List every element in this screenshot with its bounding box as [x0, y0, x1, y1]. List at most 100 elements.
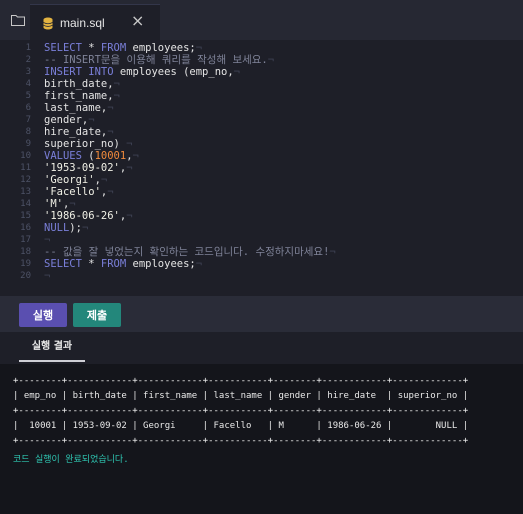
whitespace-marker: ¬ [113, 78, 120, 90]
line-number: 19 [20, 259, 31, 269]
code-line[interactable]: gender,¬ [44, 114, 517, 126]
whitespace-marker: ¬ [132, 150, 139, 162]
code-token: * [81, 258, 101, 270]
code-editor[interactable]: 1 2 3 4 5 6 7 8 9 10 11 12 13 14 15 16 17 18 19 20 SELECT *… [0, 40, 523, 292]
code-line[interactable]: INSERT INTO employees (emp_no,¬ [44, 66, 517, 78]
code-token: '1953-09-02' [44, 162, 120, 174]
code-line[interactable]: first_name,¬ [44, 90, 517, 102]
whitespace-marker: ¬ [126, 162, 133, 174]
code-token: employees; [126, 42, 196, 54]
whitespace-marker: ¬ [195, 42, 203, 54]
whitespace-marker: ¬ [267, 54, 275, 66]
code-token: SELECT [44, 258, 82, 270]
whitespace-marker: ¬ [88, 114, 95, 126]
line-number: 8 [25, 127, 31, 137]
code-line[interactable]: hire_date,¬ [44, 126, 517, 138]
line-number: 13 [20, 187, 31, 197]
whitespace-marker: ¬ [107, 126, 114, 138]
code-token: ( [81, 150, 95, 162]
code-line[interactable]: 'Facello',¬ [44, 186, 517, 198]
line-number: 3 [25, 67, 31, 77]
code-token: employees; [126, 258, 196, 270]
code-token: birth_date, [44, 78, 114, 90]
table-row: | 10001 | 1953-09-02 | Georgi | Facello … [13, 421, 469, 431]
code-token: FROM [100, 258, 127, 270]
database-icon [43, 17, 53, 30]
table-separator: +--------+------------+------------+----… [13, 406, 469, 416]
line-number: 1 [25, 43, 31, 53]
line-number: 12 [20, 175, 31, 185]
code-line[interactable]: -- INSERT문을 이용해 쿼리를 작성해 보세요.¬ [44, 54, 517, 66]
code-area[interactable]: SELECT * FROM employees;¬ -- INSERT문을 이용해… [44, 42, 517, 282]
code-token: -- INSERT문을 이용해 쿼리를 작성해 보세요. [44, 54, 268, 66]
whitespace-marker: ¬ [107, 102, 114, 114]
line-number: 15 [20, 211, 31, 221]
whitespace-marker: ¬ [100, 174, 108, 186]
code-line[interactable]: 'Georgi',¬ [44, 174, 517, 186]
code-line[interactable]: VALUES (10001,¬ [44, 150, 517, 162]
code-line[interactable]: '1953-09-02',¬ [44, 162, 517, 174]
code-token: INSERT INTO [44, 66, 114, 78]
run-button[interactable]: 실행 [19, 303, 67, 327]
code-line[interactable]: SELECT * FROM employees;¬ [44, 258, 517, 270]
code-line[interactable]: 'M',¬ [44, 198, 517, 210]
code-token: * [81, 42, 101, 54]
code-line[interactable]: ¬ [44, 234, 517, 246]
code-token: last_name, [44, 102, 108, 114]
line-number: 16 [20, 223, 31, 233]
code-token: 'Facello' [44, 186, 101, 198]
tab-bar: main.sql × [0, 0, 523, 41]
submit-button[interactable]: 제출 [73, 303, 121, 327]
status-message: 코드 실행이 완료되었습니다. [13, 455, 129, 465]
code-token: NULL [44, 222, 70, 234]
code-line[interactable]: -- 값을 잘 넣었는지 확인하는 코드입니다. 수정하지마세요!¬ [44, 246, 517, 258]
whitespace-marker: ¬ [126, 210, 133, 222]
table-separator: +--------+------------+------------+----… [13, 376, 469, 386]
folder-icon[interactable] [11, 14, 25, 26]
code-token: '1986-06-26' [44, 210, 120, 222]
code-token: 10001 [94, 150, 127, 162]
whitespace-marker: ¬ [329, 246, 336, 258]
action-bar: 실행 제출 [0, 296, 523, 332]
file-tab[interactable]: main.sql × [30, 4, 160, 41]
line-number: 9 [25, 139, 31, 149]
code-token: SELECT [44, 42, 82, 54]
table-separator: +--------+------------+------------+----… [13, 436, 469, 446]
whitespace-marker: ¬ [113, 90, 120, 102]
output-console: +--------+------------+------------+----… [0, 364, 523, 514]
whitespace-marker: ¬ [233, 66, 240, 78]
code-token: employees (emp_no, [113, 66, 234, 78]
code-token: first_name, [44, 90, 114, 102]
whitespace-marker: ¬ [44, 234, 51, 246]
result-tabs: 실행 결과 [0, 332, 523, 362]
code-token: -- 값을 잘 넣었는지 확인하는 코드입니다. 수정하지마세요! [44, 246, 330, 258]
tab-run-result[interactable]: 실행 결과 [19, 338, 85, 362]
code-line[interactable]: superior_no) ¬ [44, 138, 517, 150]
code-token: 'Georgi' [44, 174, 95, 186]
code-token: ); [69, 222, 82, 234]
line-number-gutter: 1 2 3 4 5 6 7 8 9 10 11 12 13 14 15 16 17 18 19 20 [0, 42, 31, 282]
whitespace-marker: ¬ [119, 138, 133, 150]
line-number: 11 [20, 163, 31, 173]
code-line[interactable]: NULL);¬ [44, 222, 517, 234]
whitespace-marker: ¬ [195, 258, 203, 270]
line-number: 10 [20, 151, 31, 161]
line-number: 2 [25, 55, 31, 65]
table-header: | emp_no | birth_date | first_name | las… [13, 391, 469, 401]
close-icon[interactable]: × [131, 13, 144, 29]
line-number: 5 [25, 91, 31, 101]
line-number: 20 [20, 271, 31, 281]
code-token: FROM [100, 42, 127, 54]
line-number: 17 [20, 235, 31, 245]
code-token: 'M' [44, 198, 63, 210]
code-line[interactable]: last_name,¬ [44, 102, 517, 114]
whitespace-marker: ¬ [81, 222, 89, 234]
code-line[interactable]: SELECT * FROM employees;¬ [44, 42, 517, 54]
output-text: +--------+------------+------------+----… [13, 374, 468, 468]
code-token: VALUES [44, 150, 82, 162]
whitespace-marker: ¬ [69, 198, 76, 210]
code-line[interactable]: birth_date,¬ [44, 78, 517, 90]
code-line[interactable]: '1986-06-26',¬ [44, 210, 517, 222]
line-number: 6 [25, 103, 31, 113]
code-line[interactable]: ¬ [44, 270, 517, 282]
